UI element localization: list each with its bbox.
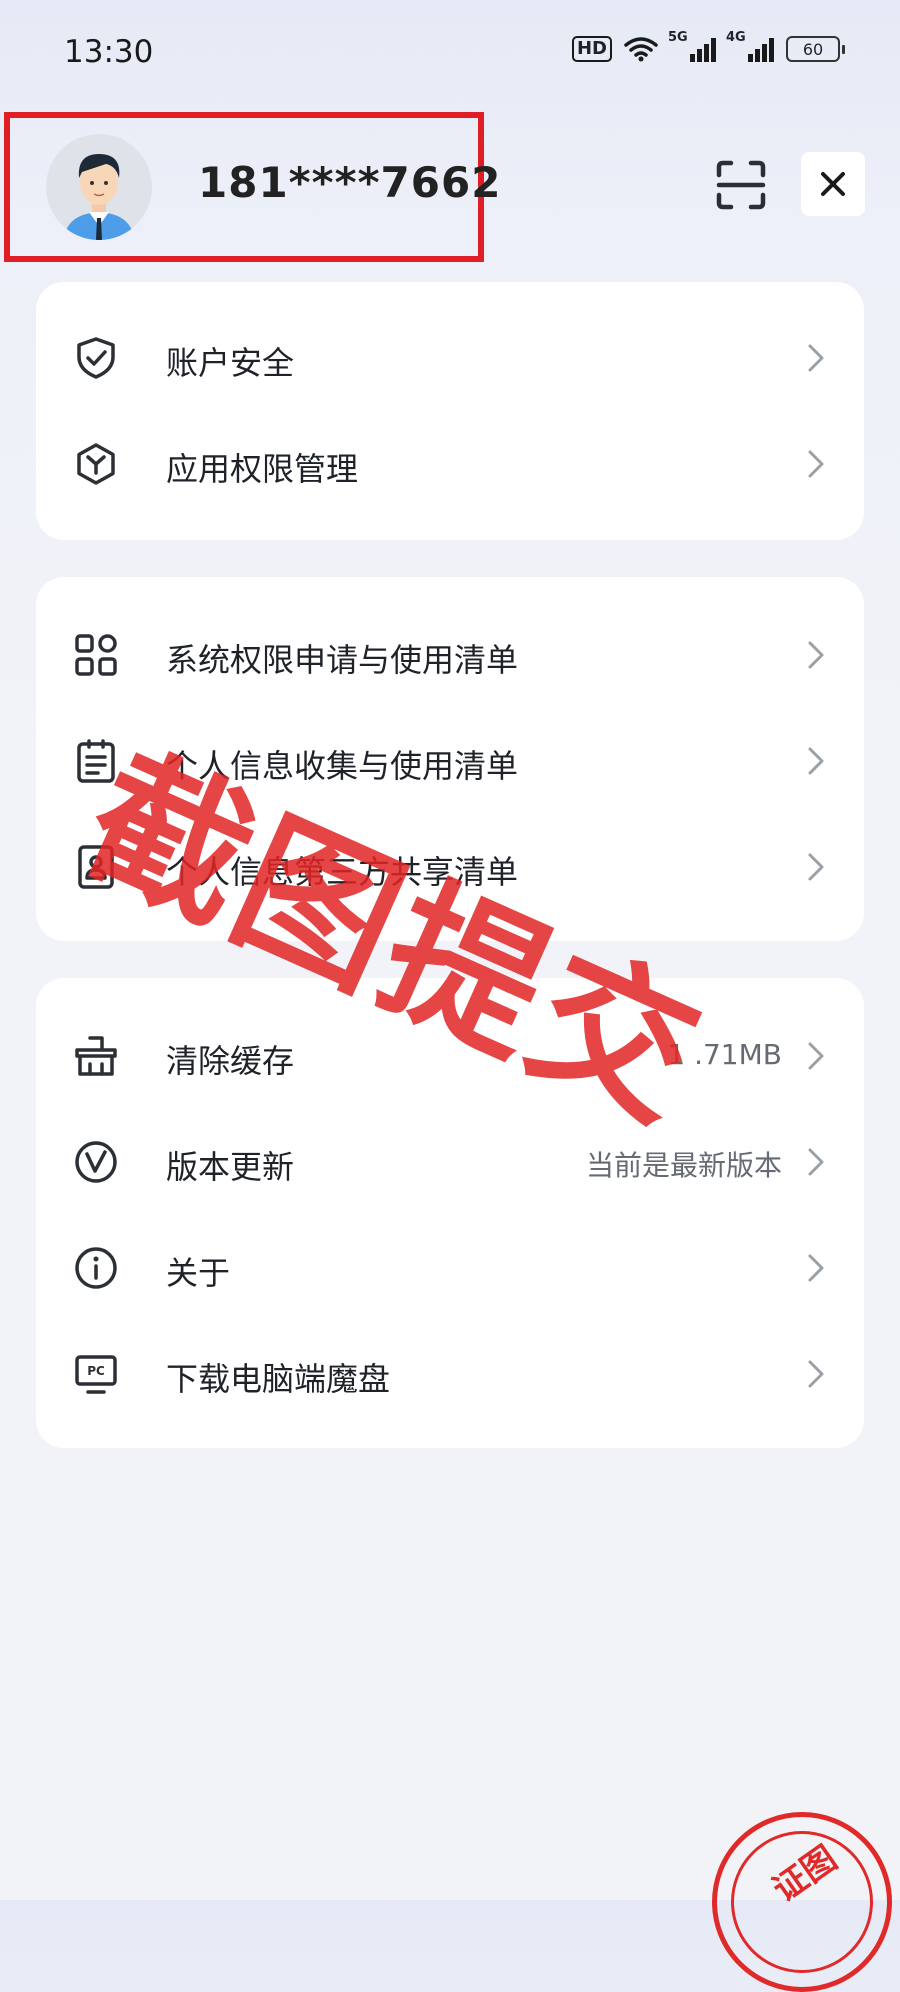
status-time: 13:30 [64, 34, 154, 70]
shield-check-icon [77, 337, 115, 379]
menu-item-label: 系统权限申请与使用清单 [166, 641, 519, 679]
menu-item-label: 账户安全 [166, 344, 295, 382]
close-button[interactable] [801, 152, 865, 216]
version-status-value: 当前是最新版本 [585, 1149, 782, 1182]
security-card: 账户安全 应用权限管理 [36, 282, 864, 540]
menu-item-label: 下载电脑端魔盘 [166, 1360, 391, 1398]
signal-5g-icon: 5G [668, 30, 716, 62]
battery-icon: 60 [786, 36, 845, 62]
chevron-right-icon [808, 1042, 824, 1070]
scan-button[interactable] [706, 150, 776, 220]
user-phone-number: 181****7662 [198, 158, 502, 207]
hexagon-y-icon [77, 443, 115, 485]
chevron-right-icon [808, 641, 824, 669]
close-icon [821, 172, 845, 196]
chevron-right-icon [808, 853, 824, 881]
signal-4g-icon: 4G [726, 30, 774, 62]
status-icons: HD 5G 4G 60 [571, 30, 845, 62]
version-v-icon [75, 1141, 117, 1183]
chevron-right-icon [808, 450, 824, 478]
menu-item-system-permissions-list[interactable]: 系统权限申请与使用清单 [36, 603, 864, 707]
menu-item-label: 关于 [166, 1254, 231, 1292]
battery-level: 60 [802, 39, 824, 59]
hd-voice-icon: HD [571, 36, 612, 62]
status-bar: 13:30 HD 5G 4G 60 [0, 0, 900, 100]
menu-item-label: 应用权限管理 [166, 450, 359, 488]
profile-header[interactable]: 181****7662 [4, 112, 500, 262]
chevron-right-icon [808, 747, 824, 775]
chevron-right-icon [808, 1254, 824, 1282]
svg-text:PC: PC [87, 1364, 105, 1378]
menu-item-label: 清除缓存 [166, 1042, 295, 1080]
wifi-icon [624, 37, 658, 62]
scan-icon [716, 160, 766, 210]
menu-item-label: 版本更新 [166, 1148, 295, 1186]
menu-item-about[interactable]: 关于 [36, 1216, 864, 1320]
chevron-right-icon [808, 1148, 824, 1176]
menu-item-app-permissions[interactable]: 应用权限管理 [36, 412, 864, 516]
chevron-right-icon [808, 344, 824, 372]
menu-item-download-pc-client[interactable]: PC 下载电脑端魔盘 [36, 1322, 864, 1426]
red-seal-stamp: 证图 [712, 1812, 892, 1992]
pc-monitor-icon: PC [75, 1355, 117, 1394]
info-icon [75, 1247, 117, 1289]
menu-item-account-security[interactable]: 账户安全 [36, 306, 864, 410]
broom-icon [75, 1036, 117, 1076]
chevron-right-icon [808, 1360, 824, 1388]
user-avatar-icon[interactable] [46, 134, 152, 240]
menu-item-version-update[interactable]: 版本更新 当前是最新版本 [36, 1110, 864, 1214]
grid-apps-icon [75, 634, 117, 676]
